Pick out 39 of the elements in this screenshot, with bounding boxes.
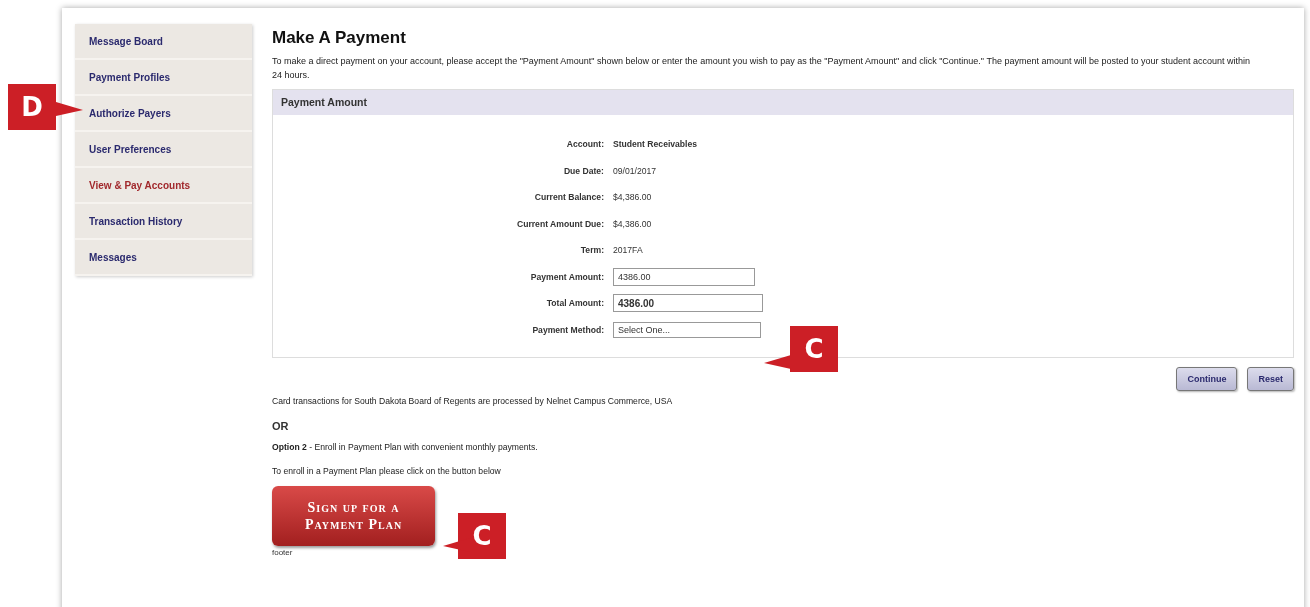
field-label: Current Amount Due: xyxy=(515,217,605,231)
callout-label: D xyxy=(8,84,56,130)
field-label: Payment Amount: xyxy=(529,270,605,284)
payment-plan-button[interactable]: Sign up for a Payment Plan xyxy=(272,486,435,546)
sidebar-item[interactable]: Transaction History xyxy=(75,204,252,240)
input-field[interactable]: 4386.00 xyxy=(613,267,755,286)
field-label: Term: xyxy=(579,244,605,257)
sidebar-item[interactable]: View & Pay Accounts xyxy=(75,168,252,204)
option-text: Option 2 - Enroll in Payment Plan with convenient monthly payments. xyxy=(272,442,539,452)
callout-arrow-icon xyxy=(764,355,791,369)
sidebar-item[interactable]: User Preferences xyxy=(75,132,252,168)
page-title: Make A Payment xyxy=(272,28,407,48)
intro-text: To make a direct payment on your account, please accept the "Payment Amount" shown below or enter the amount you wish to pay as the "Payment Amount" and click "Continue." The payment amount will be posted to your student account within 24 hours. xyxy=(272,55,1252,82)
input-field[interactable]: 4386.00 xyxy=(613,294,763,312)
callout-label: C xyxy=(458,513,506,559)
callout-arrow-icon xyxy=(56,102,83,116)
card-note: Card transactions for South Dakota Board of Regents are processed by Nelnet Campus Commerce, USA xyxy=(272,396,674,406)
form-button[interactable]: Reset xyxy=(1247,367,1294,391)
enroll-note: To enroll in a Payment Plan please click on the button below xyxy=(272,466,502,476)
field-label: Current Balance: xyxy=(533,191,605,204)
or-text: OR xyxy=(272,420,290,432)
footer-text: footer xyxy=(272,548,294,557)
callout-label: C xyxy=(790,326,838,372)
sidebar-item[interactable]: Message Board xyxy=(75,24,252,60)
field-label: Payment Method: xyxy=(531,323,605,337)
field-value: $4,386.00 xyxy=(613,217,653,231)
field-value: $4,386.00 xyxy=(613,191,653,204)
sidebar-item[interactable]: Authorize Payers xyxy=(75,96,252,132)
field-value: Student Receivables xyxy=(613,138,699,151)
form-button[interactable]: Continue xyxy=(1176,367,1238,391)
panel-header: Payment Amount xyxy=(273,90,1293,115)
dropdown-field[interactable]: Select One... xyxy=(613,321,761,338)
sidebar-item[interactable]: Payment Profiles xyxy=(75,60,252,96)
field-label: Due Date: xyxy=(562,164,605,178)
field-value: 09/01/2017 xyxy=(613,164,657,178)
field-value: 2017FA xyxy=(613,244,644,257)
field-label: Account: xyxy=(565,138,605,151)
field-label: Total Amount: xyxy=(545,297,605,310)
sidebar-item[interactable]: Messages xyxy=(75,240,252,276)
